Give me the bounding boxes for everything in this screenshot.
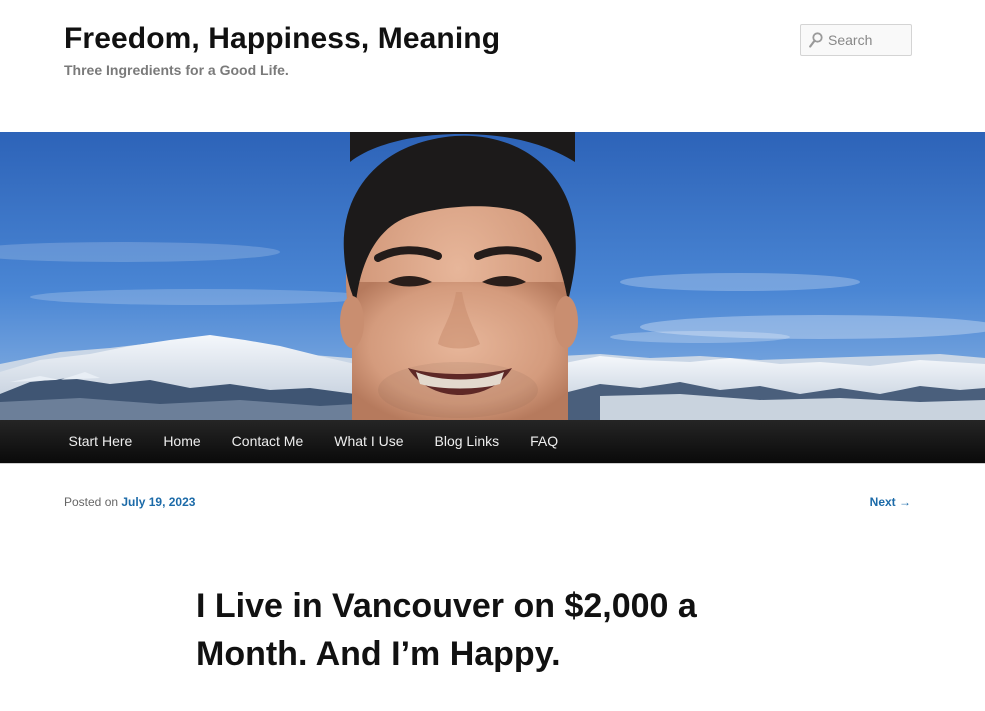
nav-item-home[interactable]: Home xyxy=(148,420,216,463)
post-title: I Live in Vancouver on $2,000 a Month. A… xyxy=(196,587,697,673)
site-description: Three Ingredients for a Good Life. xyxy=(64,62,289,78)
banner-photo xyxy=(0,132,985,420)
nav-item-faq[interactable]: FAQ xyxy=(515,420,574,463)
nav-item-blog-links[interactable]: Blog Links xyxy=(419,420,515,463)
nav-item-start-here[interactable]: Start Here xyxy=(53,420,148,463)
next-post-link[interactable]: Next → xyxy=(870,494,911,510)
nav-item-contact-me[interactable]: Contact Me xyxy=(216,420,319,463)
nav-item-what-i-use[interactable]: What I Use xyxy=(319,420,419,463)
search-icon xyxy=(809,32,823,48)
search-form[interactable] xyxy=(800,24,912,56)
post-date-link[interactable]: July 19, 2023 xyxy=(121,495,195,509)
site-title[interactable]: Freedom, Happiness, Meaning xyxy=(64,20,500,58)
nav-menu: Start Here Home Contact Me What I Use Bl… xyxy=(53,420,574,463)
main-navigation: Start Here Home Contact Me What I Use Bl… xyxy=(0,420,985,464)
search-input[interactable] xyxy=(828,25,908,55)
header-banner-image[interactable] xyxy=(0,132,985,420)
entry-meta: Posted on July 19, 2023 xyxy=(64,494,195,510)
posted-on-label: Posted on xyxy=(64,495,122,509)
